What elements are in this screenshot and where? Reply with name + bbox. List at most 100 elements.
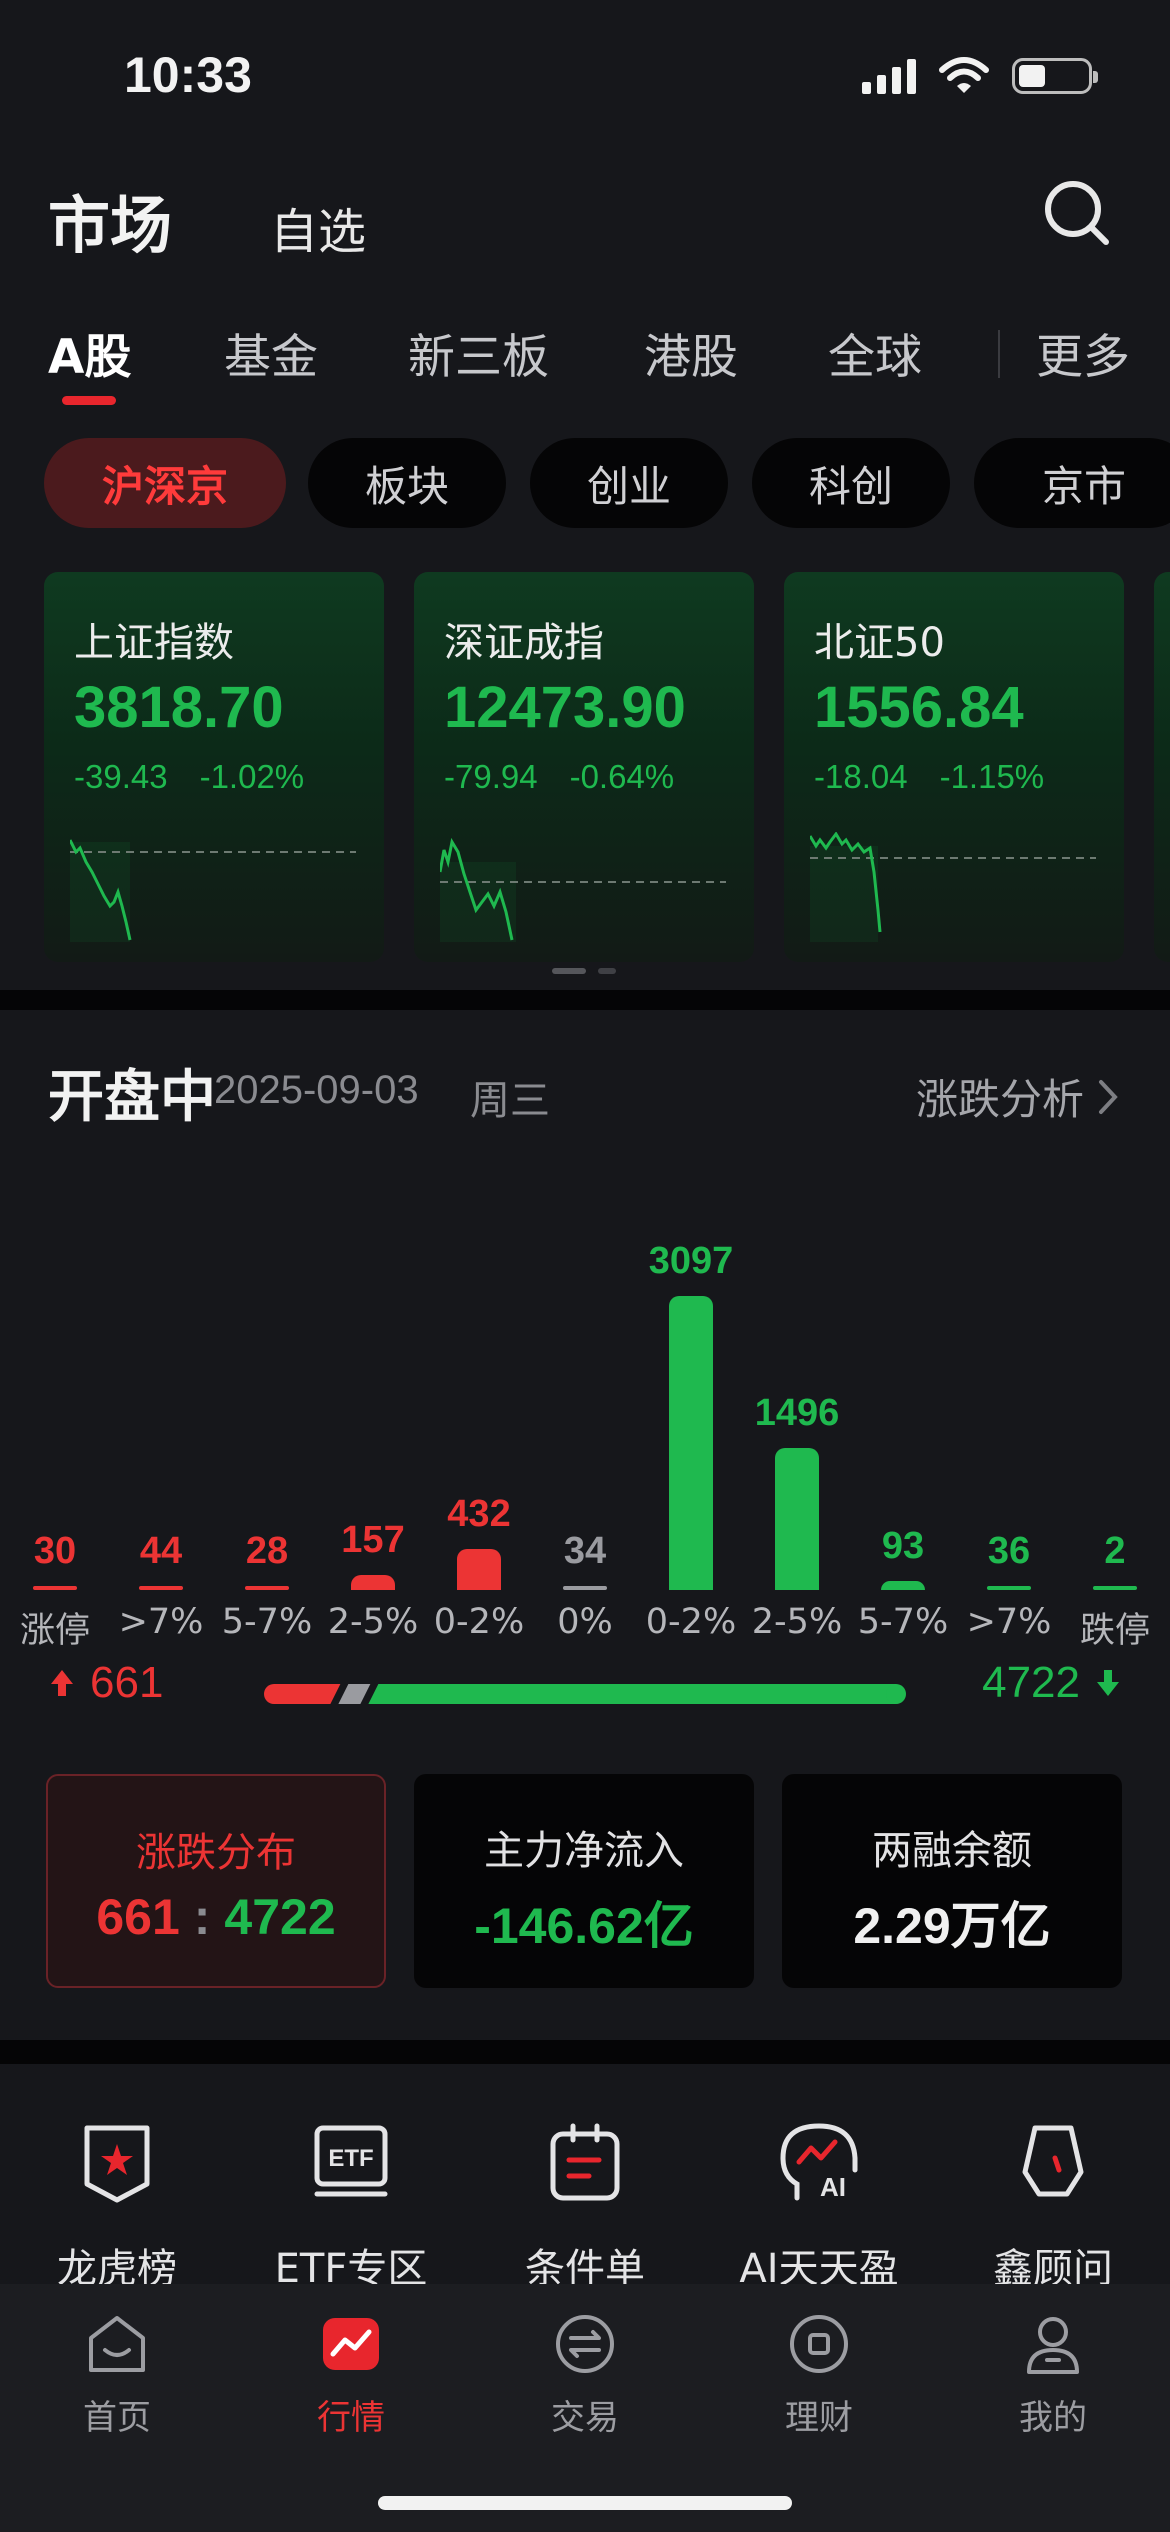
tab-hk-stocks[interactable]: 港股	[644, 318, 738, 387]
index-change: -79.94 -0.64%	[444, 758, 674, 796]
pill-sectors[interactable]: 板块	[308, 438, 506, 528]
pill-sh-sz-bj[interactable]: 沪深京	[44, 438, 286, 528]
market-icon	[323, 2318, 379, 2370]
distribution-chart: 30 涨停 44 >7% 28 5-7% 157 2-5% 432 0-2% 34 0% 3097 0-2…	[0, 1210, 1170, 1651]
index-value: 3818.70	[74, 675, 284, 740]
pill-star[interactable]: 科创	[752, 438, 950, 528]
tabbar-home[interactable]: 首页	[0, 2310, 234, 2439]
header: 市场 自选	[0, 150, 1170, 280]
ratio-bar-cap-left	[264, 1684, 284, 1704]
market-tabs: A股 基金 新三板 港股 全球 更多	[0, 300, 1170, 410]
carousel-dots	[552, 968, 616, 974]
tool-dragon-tiger[interactable]: 龙虎榜	[0, 2114, 234, 2294]
index-change-percent: -0.64%	[569, 758, 675, 795]
stat-card-distribution[interactable]: 涨跌分布 661:4722	[46, 1774, 386, 1988]
chart-bar	[351, 1575, 395, 1590]
ratio-bar-cap-right	[886, 1684, 906, 1704]
index-name: 深证成指	[444, 620, 604, 666]
chart-bar-value: 432	[447, 1493, 511, 1535]
svg-text:ETF: ETF	[328, 2145, 373, 2172]
index-sparkline	[810, 832, 1096, 942]
index-sparkline	[440, 837, 726, 942]
index-value: 1556.84	[814, 675, 1024, 740]
pill-bse[interactable]: 京市	[974, 438, 1170, 528]
ratio-bar-down	[368, 1684, 896, 1704]
chart-category-label: >7%	[966, 1602, 1052, 1642]
chart-bar-value: 34	[563, 1530, 607, 1572]
index-change: -18.04 -1.15%	[814, 758, 1044, 796]
advance-decline-summary: 661 4722	[0, 1650, 1170, 1730]
chart-bar	[1093, 1586, 1137, 1590]
index-card-shenzhen[interactable]: 深证成指 12473.90 -79.94 -0.64%	[414, 572, 754, 962]
tabbar-profile[interactable]: 我的	[936, 2310, 1170, 2439]
stat-label: 涨跌分布	[136, 1830, 296, 1876]
tool-etf[interactable]: ETF ETF专区	[234, 2114, 468, 2294]
tab-a-shares[interactable]: A股	[48, 318, 131, 387]
chart-bar	[245, 1586, 289, 1590]
bottom-tab-bar: 首页 行情 交易 理财 我的	[0, 2284, 1170, 2532]
search-icon[interactable]	[1036, 172, 1116, 252]
tab-neeq[interactable]: 新三板	[408, 318, 549, 387]
ratio-bar-flat	[338, 1684, 371, 1704]
home-indicator	[378, 2496, 792, 2510]
tabbar-wealth[interactable]: 理财	[702, 2310, 936, 2439]
chevron-right-icon	[1099, 1079, 1118, 1114]
tab-funds[interactable]: 基金	[224, 318, 318, 387]
chart-bar-value: 30	[33, 1530, 77, 1572]
index-change-percent: -1.15%	[939, 758, 1045, 795]
status-icons	[862, 56, 1098, 96]
dragon-tiger-icon	[84, 2125, 150, 2203]
chart-bar	[139, 1586, 183, 1590]
stat-down-count: 4722	[224, 1889, 336, 1945]
arrow-up-icon	[51, 1670, 73, 1696]
chart-bar-value: 28	[245, 1530, 289, 1572]
index-change-points: -79.94	[444, 758, 538, 795]
pill-chinext[interactable]: 创业	[530, 438, 728, 528]
session-status: 开盘中	[48, 1065, 216, 1130]
chart-bar	[881, 1581, 925, 1590]
profile-icon	[1027, 2317, 1079, 2374]
analysis-link-label: 涨跌分析	[915, 1075, 1084, 1124]
page-title[interactable]: 市场	[48, 175, 172, 265]
tabbar-label: 行情	[317, 2398, 385, 2438]
trade-icon	[556, 2315, 614, 2373]
tool-advisor[interactable]: 鑫顾问	[936, 2114, 1170, 2294]
analysis-link[interactable]: 涨跌分析	[916, 1066, 1118, 1127]
chart-bar	[33, 1586, 77, 1590]
wifi-icon	[939, 57, 989, 93]
chart-category-label: 2-5%	[751, 1602, 843, 1642]
decliners-total: 4722	[982, 1658, 1120, 1708]
stat-label: 主力净流入	[484, 1828, 684, 1874]
index-card-bse50[interactable]: 北证50 1556.84 -18.04 -1.15%	[784, 572, 1124, 962]
tab-global[interactable]: 全球	[828, 318, 922, 387]
chart-bar-value: 93	[881, 1525, 925, 1567]
chart-category-label: 0-2%	[645, 1602, 737, 1642]
section-divider	[0, 990, 1170, 1012]
cellular-signal-icon	[862, 58, 916, 94]
index-cards: 上证指数 3818.70 -39.43 -1.02% 深证成指 12473.90 …	[0, 570, 1170, 970]
wealth-icon	[790, 2315, 848, 2373]
chart-bar	[457, 1549, 501, 1590]
active-tab-indicator	[62, 396, 116, 405]
index-card-next[interactable]	[1154, 572, 1170, 962]
stat-card-margin-balance[interactable]: 两融余额 2.29万亿	[782, 1774, 1122, 1988]
chart-category-label: 0%	[557, 1602, 613, 1642]
tabbar-market[interactable]: 行情	[234, 2310, 468, 2439]
tabbar-label: 交易	[551, 2398, 619, 2438]
sub-tabs: 沪深京 板块 创业 科创 京市	[0, 434, 1170, 530]
tool-ai-daily[interactable]: AI AI天天盈	[702, 2114, 936, 2294]
chart-bar	[563, 1586, 607, 1590]
advancers-count: 661	[90, 1658, 164, 1707]
tabbar-label: 我的	[1019, 2398, 1087, 2438]
tool-condition-order[interactable]: 条件单	[468, 2114, 702, 2294]
chart-bar-value: 36	[987, 1530, 1031, 1572]
stat-up-count: 661	[96, 1889, 180, 1945]
tabbar-trade[interactable]: 交易	[468, 2310, 702, 2439]
index-name: 北证50	[814, 620, 945, 666]
favorites-tab[interactable]: 自选	[270, 192, 366, 262]
index-card-shanghai[interactable]: 上证指数 3818.70 -39.43 -1.02%	[44, 572, 384, 962]
tabbar-label: 首页	[83, 2398, 151, 2438]
stat-cards: 涨跌分布 661:4722 主力净流入 -146.62亿 两融余额 2.29万亿	[0, 1774, 1170, 1994]
tab-more[interactable]: 更多	[1036, 318, 1130, 387]
stat-card-net-inflow[interactable]: 主力净流入 -146.62亿	[414, 1774, 754, 1988]
